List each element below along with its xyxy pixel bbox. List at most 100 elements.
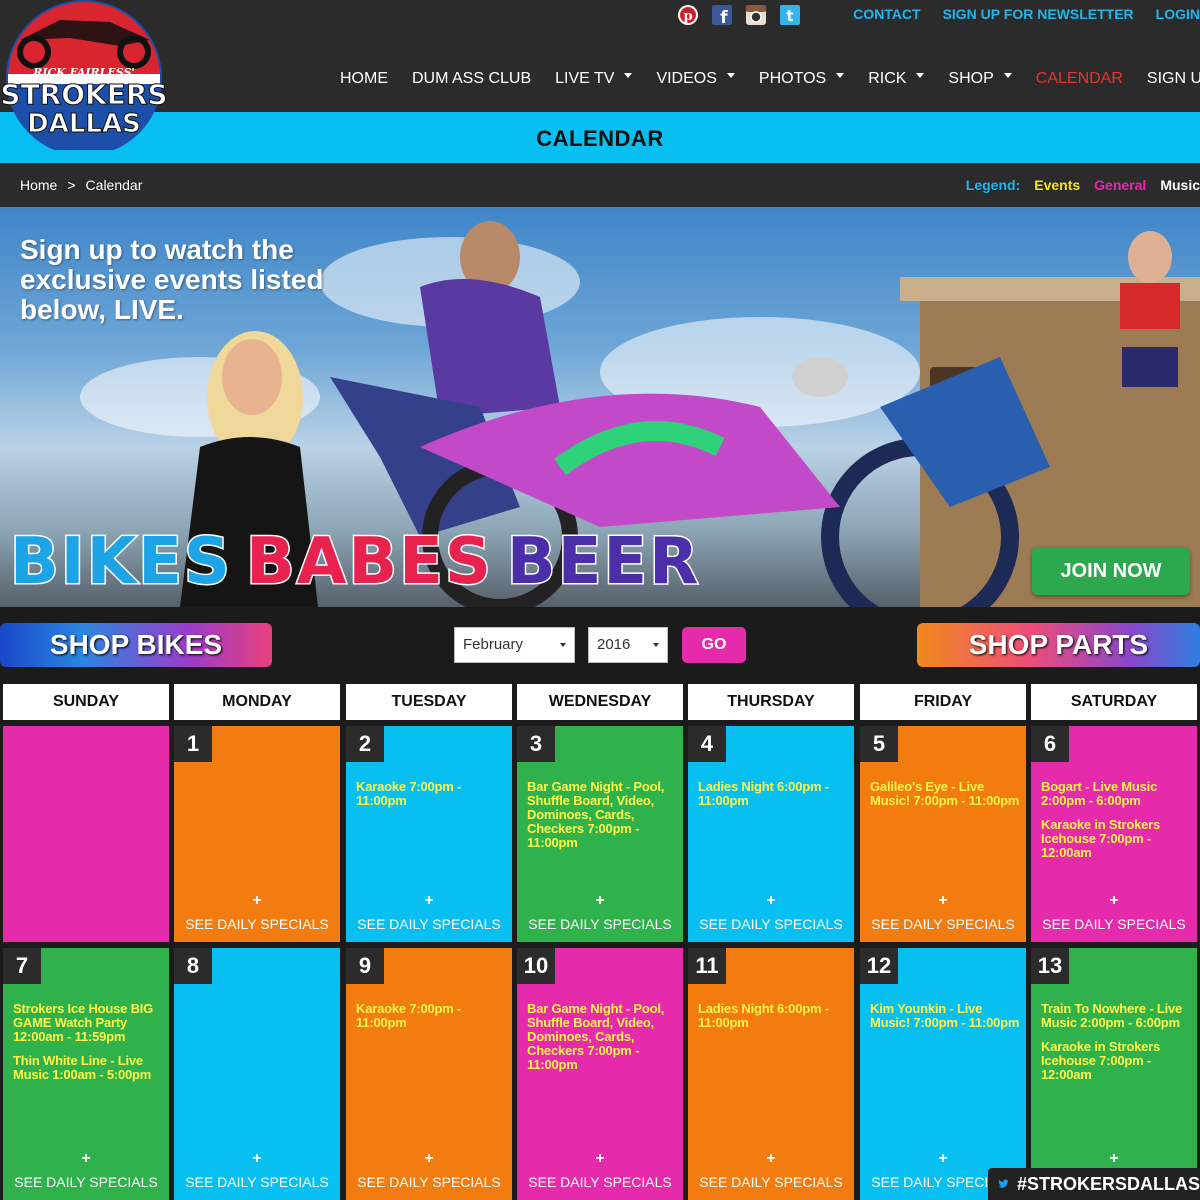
- strokers-dallas-logo[interactable]: RICK FAIRLESS' STROKERS DALLAS: [0, 0, 168, 156]
- event-item[interactable]: Train To Nowhere - Live Music 2:00pm - 6…: [1041, 1002, 1191, 1030]
- instagram-icon[interactable]: [744, 4, 768, 26]
- pinterest-icon[interactable]: p: [676, 4, 700, 26]
- event-list: Galileo's Eye - Live Music! 7:00pm - 11:…: [870, 780, 1020, 818]
- see-daily-specials-link[interactable]: SEE DAILY SPECIALS: [3, 1174, 169, 1190]
- plus-icon[interactable]: +: [688, 1150, 854, 1168]
- nav-live-tv[interactable]: LIVE TV: [555, 70, 633, 88]
- caret-down-icon: [1003, 72, 1012, 78]
- see-daily-specials-link[interactable]: SEE DAILY SPECIALS: [688, 916, 854, 932]
- nav-rick[interactable]: RICK: [868, 70, 925, 88]
- day-number: 2: [346, 726, 384, 762]
- plus-icon[interactable]: +: [3, 1150, 169, 1168]
- event-item[interactable]: Karaoke 7:00pm - 11:00pm: [356, 1002, 506, 1030]
- shop-bikes-button[interactable]: SHOP BIKES: [0, 623, 272, 667]
- day-number: 7: [3, 948, 41, 984]
- plus-icon[interactable]: +: [517, 892, 683, 910]
- join-now-button[interactable]: JOIN NOW: [1032, 547, 1190, 595]
- nav-dum-ass-club[interactable]: DUM ASS CLUB: [412, 70, 531, 88]
- event-item[interactable]: Ladies Night 6:00pm - 11:00pm: [698, 780, 848, 808]
- facebook-icon[interactable]: f: [710, 4, 734, 26]
- contact-link[interactable]: CONTACT: [853, 6, 920, 22]
- twitter-icon[interactable]: t: [778, 4, 802, 26]
- event-item[interactable]: Ladies Night 6:00pm - 11:00pm: [698, 1002, 848, 1030]
- calendar-day-6[interactable]: 6 Bogart - Live Music 2:00pm - 6:00pm Kara…: [1031, 726, 1197, 942]
- calendar-day-3[interactable]: 3 Bar Game Night - Pool, Shuffle Board, V…: [517, 726, 683, 942]
- breadcrumb-home[interactable]: Home: [20, 177, 57, 193]
- hero-headline: Sign up to watch the exclusive events li…: [20, 234, 324, 325]
- top-links: CONTACT SIGN UP FOR NEWSLETTER LOGIN: [831, 6, 1200, 22]
- see-daily-specials-link[interactable]: SEE DAILY SPECIALS: [688, 1174, 854, 1190]
- bikes-babes-beer-tagline: BIKES BABES BEER: [9, 524, 700, 601]
- day-number: 11: [688, 948, 726, 984]
- caret-down-icon: [624, 72, 633, 78]
- event-item[interactable]: Bogart - Live Music 2:00pm - 6:00pm: [1041, 780, 1191, 808]
- title-bar: CALENDAR: [0, 112, 1200, 163]
- see-daily-specials-link[interactable]: SEE DAILY SPECIALS: [174, 916, 340, 932]
- calendar-day-11[interactable]: 11 Ladies Night 6:00pm - 11:00pm + SEE DAIL…: [688, 948, 854, 1200]
- plus-icon[interactable]: +: [174, 892, 340, 910]
- see-daily-specials-link[interactable]: SEE DAILY SPECIALS: [346, 916, 512, 932]
- nav-calendar[interactable]: CALENDAR: [1036, 70, 1123, 88]
- event-item[interactable]: Karaoke in Strokers Icehouse 7:00pm - 12…: [1041, 818, 1191, 860]
- plus-icon[interactable]: +: [1031, 892, 1197, 910]
- event-item[interactable]: Karaoke in Strokers Icehouse 7:00pm - 12…: [1041, 1040, 1191, 1082]
- legend-music: Music: [1160, 177, 1200, 193]
- calendar-day-8[interactable]: 8 + SEE DAILY SPECIALS: [174, 948, 340, 1200]
- see-daily-specials-link[interactable]: SEE DAILY SPECIALS: [860, 916, 1026, 932]
- month-select[interactable]: February: [454, 627, 575, 663]
- event-item[interactable]: Karaoke 7:00pm - 11:00pm: [356, 780, 506, 808]
- calendar-day-1[interactable]: 1 + SEE DAILY SPECIALS: [174, 726, 340, 942]
- see-daily-specials-link[interactable]: SEE DAILY SPECIALS: [346, 1174, 512, 1190]
- event-list: Karaoke 7:00pm - 11:00pm: [356, 780, 506, 818]
- event-item[interactable]: Bar Game Night - Pool, Shuffle Board, Vi…: [527, 780, 677, 850]
- event-item[interactable]: Thin White Line - Live Music 1:00am - 5:…: [13, 1054, 163, 1082]
- plus-icon[interactable]: +: [860, 1150, 1026, 1168]
- plus-icon[interactable]: +: [346, 892, 512, 910]
- see-daily-specials-link[interactable]: SEE DAILY SPECIALS: [517, 916, 683, 932]
- calendar-day-7[interactable]: 7 Strokers Ice House BIG GAME Watch Party…: [3, 948, 169, 1200]
- newsletter-signup-link[interactable]: SIGN UP FOR NEWSLETTER: [943, 6, 1134, 22]
- day-number: 5: [860, 726, 898, 762]
- nav-sign-up[interactable]: SIGN UP: [1147, 70, 1200, 88]
- nav-videos[interactable]: VIDEOS: [656, 70, 735, 88]
- calendar-day-4[interactable]: 4 Ladies Night 6:00pm - 11:00pm + SEE DAILY…: [688, 726, 854, 942]
- login-link[interactable]: LOGIN: [1156, 6, 1200, 22]
- day-number: 4: [688, 726, 726, 762]
- weekday-header-monday: MONDAY: [174, 684, 340, 720]
- plus-icon[interactable]: +: [174, 1150, 340, 1168]
- day-number: 10: [517, 948, 555, 984]
- go-button[interactable]: GO: [682, 627, 746, 663]
- calendar-day-9[interactable]: 9 Karaoke 7:00pm - 11:00pm + SEE DAILY SPEC…: [346, 948, 512, 1200]
- year-select[interactable]: 2016: [588, 627, 668, 663]
- plus-icon[interactable]: +: [860, 892, 1026, 910]
- nav-home[interactable]: HOME: [340, 70, 388, 88]
- social-icons: p f t: [676, 4, 802, 28]
- plus-icon[interactable]: +: [346, 1150, 512, 1168]
- chevron-down-icon: [560, 643, 566, 647]
- calendar-day-empty[interactable]: [3, 726, 169, 942]
- calendar-day-12[interactable]: 12 Kim Younkin - Live Music! 7:00pm - 11:…: [860, 948, 1026, 1200]
- twitter-hashtag-bar[interactable]: #STROKERSDALLAS: [988, 1168, 1200, 1200]
- nav-label: DUM ASS CLUB: [412, 70, 532, 87]
- day-number: 12: [860, 948, 898, 984]
- nav-shop[interactable]: SHOP: [948, 70, 1012, 88]
- calendar-day-10[interactable]: 10 Bar Game Night - Pool, Shuffle Board, …: [517, 948, 683, 1200]
- nav-photos[interactable]: PHOTOS: [759, 70, 845, 88]
- shop-parts-button[interactable]: SHOP PARTS: [917, 623, 1200, 667]
- event-item[interactable]: Galileo's Eye - Live Music! 7:00pm - 11:…: [870, 780, 1020, 808]
- event-item[interactable]: Strokers Ice House BIG GAME Watch Party …: [13, 1002, 163, 1044]
- event-list: Ladies Night 6:00pm - 11:00pm: [698, 780, 848, 818]
- see-daily-specials-link[interactable]: SEE DAILY SPECIALS: [517, 1174, 683, 1190]
- plus-icon[interactable]: +: [517, 1150, 683, 1168]
- breadcrumb: Home > Calendar: [20, 177, 142, 193]
- event-item[interactable]: Bar Game Night - Pool, Shuffle Board, Vi…: [527, 1002, 677, 1072]
- calendar-day-2[interactable]: 2 Karaoke 7:00pm - 11:00pm + SEE DAILY SPEC…: [346, 726, 512, 942]
- see-daily-specials-link[interactable]: SEE DAILY SPECIALS: [1031, 916, 1197, 932]
- see-daily-specials-link[interactable]: SEE DAILY SPECIALS: [174, 1174, 340, 1190]
- calendar-day-13[interactable]: 13 Train To Nowhere - Live Music 2:00pm -…: [1031, 948, 1197, 1200]
- event-item[interactable]: Kim Younkin - Live Music! 7:00pm - 11:00…: [870, 1002, 1020, 1030]
- plus-icon[interactable]: +: [1031, 1150, 1197, 1168]
- calendar-day-5[interactable]: 5 Galileo's Eye - Live Music! 7:00pm - 11…: [860, 726, 1026, 942]
- weekday-header-wednesday: WEDNESDAY: [517, 684, 683, 720]
- plus-icon[interactable]: +: [688, 892, 854, 910]
